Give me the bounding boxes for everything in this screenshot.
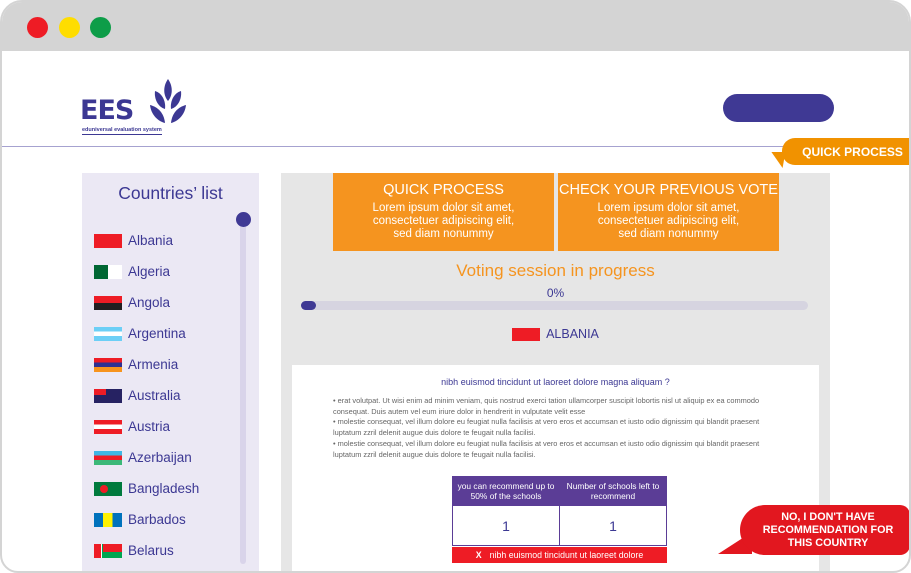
country-name: Bangladesh bbox=[128, 481, 200, 496]
sidebar-title: Countries’ list bbox=[118, 183, 223, 203]
error-message: X nibh euismod tincidunt ut laoreet dolo… bbox=[452, 547, 667, 563]
country-item-barbados[interactable]: Barbados bbox=[94, 504, 199, 535]
country-name: Argentina bbox=[128, 326, 186, 341]
card-desc-line: consectetuer adipiscing elit, bbox=[597, 215, 740, 227]
country-item-azerbaijan[interactable]: Azerbaijan bbox=[94, 442, 199, 473]
error-x-icon: X bbox=[475, 550, 482, 560]
australia-flag-icon bbox=[94, 388, 122, 403]
albania-flag-icon bbox=[94, 233, 122, 248]
country-item-argentina[interactable]: Argentina bbox=[94, 318, 199, 349]
no-recommendation-button[interactable]: NO, I DON'T HAVE RECOMMENDATION FOR THIS… bbox=[740, 505, 909, 555]
belarus-flag-icon bbox=[94, 543, 122, 558]
wheat-leaf-icon bbox=[150, 79, 186, 123]
country-item-albania[interactable]: Albania bbox=[94, 225, 199, 256]
callout-line: RECOMMENDATION FOR bbox=[762, 523, 894, 536]
max-recommend-value: 1 bbox=[452, 505, 560, 546]
bangladesh-flag-icon bbox=[94, 481, 122, 496]
country-name: Armenia bbox=[128, 357, 179, 372]
card-desc-line: Lorem ipsum dolor sit amet, bbox=[597, 202, 740, 214]
header-action-button[interactable] bbox=[723, 94, 834, 122]
title-bar bbox=[2, 2, 909, 51]
country-item-bangladesh[interactable]: Bangladesh bbox=[94, 473, 199, 504]
card-description: Lorem ipsum dolor sit amet, consectetuer… bbox=[333, 202, 554, 241]
barbados-flag-icon bbox=[94, 512, 122, 527]
logo-text: EES bbox=[80, 95, 134, 126]
country-name: Barbados bbox=[128, 512, 186, 527]
country-item-australia[interactable]: Australia bbox=[94, 380, 199, 411]
country-item-armenia[interactable]: Armenia bbox=[94, 349, 199, 380]
armenia-flag-icon bbox=[94, 357, 122, 372]
sidebar-scrollbar-thumb[interactable] bbox=[236, 212, 251, 227]
schools-left-value: 1 bbox=[559, 505, 667, 546]
logo-subtitle: eduniversal evaluation system bbox=[82, 127, 162, 135]
selected-country: ALBANIA bbox=[281, 327, 830, 341]
table-header-max-recommend: you can recommend up to 50% of the schoo… bbox=[452, 476, 560, 506]
session-title: Voting session in progress bbox=[456, 261, 655, 280]
minimize-window-button[interactable] bbox=[59, 17, 80, 38]
card-desc-line: Lorem ipsum dolor sit amet, bbox=[372, 202, 515, 214]
country-list: Albania Algeria Angola Argentina Armenia bbox=[94, 225, 199, 566]
progress-label: 0% bbox=[546, 286, 565, 300]
argentina-flag-icon bbox=[94, 326, 122, 341]
ees-logo[interactable]: EES eduniversal evaluation system bbox=[80, 79, 186, 139]
callout-line: NO, I DON'T HAVE bbox=[781, 510, 875, 523]
azerbaijan-flag-icon bbox=[94, 450, 122, 465]
country-name: Albania bbox=[128, 233, 174, 248]
card-title: CHECK YOUR PREVIOUS VOTE bbox=[559, 182, 778, 198]
check-previous-vote-card[interactable]: CHECK YOUR PREVIOUS VOTE Lorem ipsum dol… bbox=[558, 173, 779, 251]
country-item-angola[interactable]: Angola bbox=[94, 287, 199, 318]
selected-country-name: ALBANIA bbox=[546, 327, 599, 341]
sidebar-scrollbar-track[interactable] bbox=[240, 219, 246, 564]
quick-process-callout[interactable]: QUICK PROCESS bbox=[782, 138, 909, 165]
maximize-window-button[interactable] bbox=[90, 17, 111, 38]
header-divider bbox=[2, 146, 909, 147]
instruction-item: • molestie consequat, vel illum dolore e… bbox=[333, 438, 760, 459]
country-name: Belarus bbox=[128, 543, 174, 558]
card-desc-line: sed diam nonummy bbox=[393, 228, 494, 240]
algeria-flag-icon bbox=[94, 264, 122, 279]
country-name: Azerbaijan bbox=[128, 450, 192, 465]
browser-window: EES eduniversal evaluation system Countr… bbox=[0, 0, 911, 573]
instruction-item: • erat volutpat. Ut wisi enim ad minim v… bbox=[333, 396, 760, 416]
angola-flag-icon bbox=[94, 295, 122, 310]
country-item-algeria[interactable]: Algeria bbox=[94, 256, 199, 287]
callout-line: THIS COUNTRY bbox=[787, 536, 869, 549]
card-title: QUICK PROCESS bbox=[383, 182, 504, 198]
albania-flag-icon bbox=[512, 327, 541, 341]
progress-bar bbox=[301, 301, 808, 310]
table-header-schools-left: Number of schools left to recommend bbox=[559, 476, 667, 506]
countries-sidebar: Countries’ list Albania Algeria Angola A… bbox=[82, 173, 259, 571]
card-description: Lorem ipsum dolor sit amet, consectetuer… bbox=[558, 202, 779, 241]
instruction-item: • molestie consequat, vel illum dolore e… bbox=[333, 417, 760, 438]
card-desc-line: sed diam nonummy bbox=[618, 228, 719, 240]
error-text: nibh euismod tincidunt ut laoreet dolore bbox=[489, 550, 644, 560]
country-item-austria[interactable]: Austria bbox=[94, 411, 199, 442]
austria-flag-icon bbox=[94, 419, 122, 434]
country-name: Algeria bbox=[128, 264, 171, 279]
close-window-button[interactable] bbox=[27, 17, 48, 38]
question-text: nibh euismod tincidunt ut laoreet dolore… bbox=[441, 377, 670, 387]
instructions-list: • erat volutpat. Ut wisi enim ad minim v… bbox=[333, 396, 783, 460]
country-name: Australia bbox=[128, 388, 181, 403]
country-name: Austria bbox=[128, 419, 171, 434]
country-item-belarus[interactable]: Belarus bbox=[94, 535, 199, 566]
recommendation-table: you can recommend up to 50% of the schoo… bbox=[452, 476, 667, 546]
country-name: Angola bbox=[128, 295, 171, 310]
card-desc-line: consectetuer adipiscing elit, bbox=[372, 215, 515, 227]
quick-process-card[interactable]: QUICK PROCESS Lorem ipsum dolor sit amet… bbox=[333, 173, 554, 251]
progress-bar-fill bbox=[301, 301, 316, 310]
